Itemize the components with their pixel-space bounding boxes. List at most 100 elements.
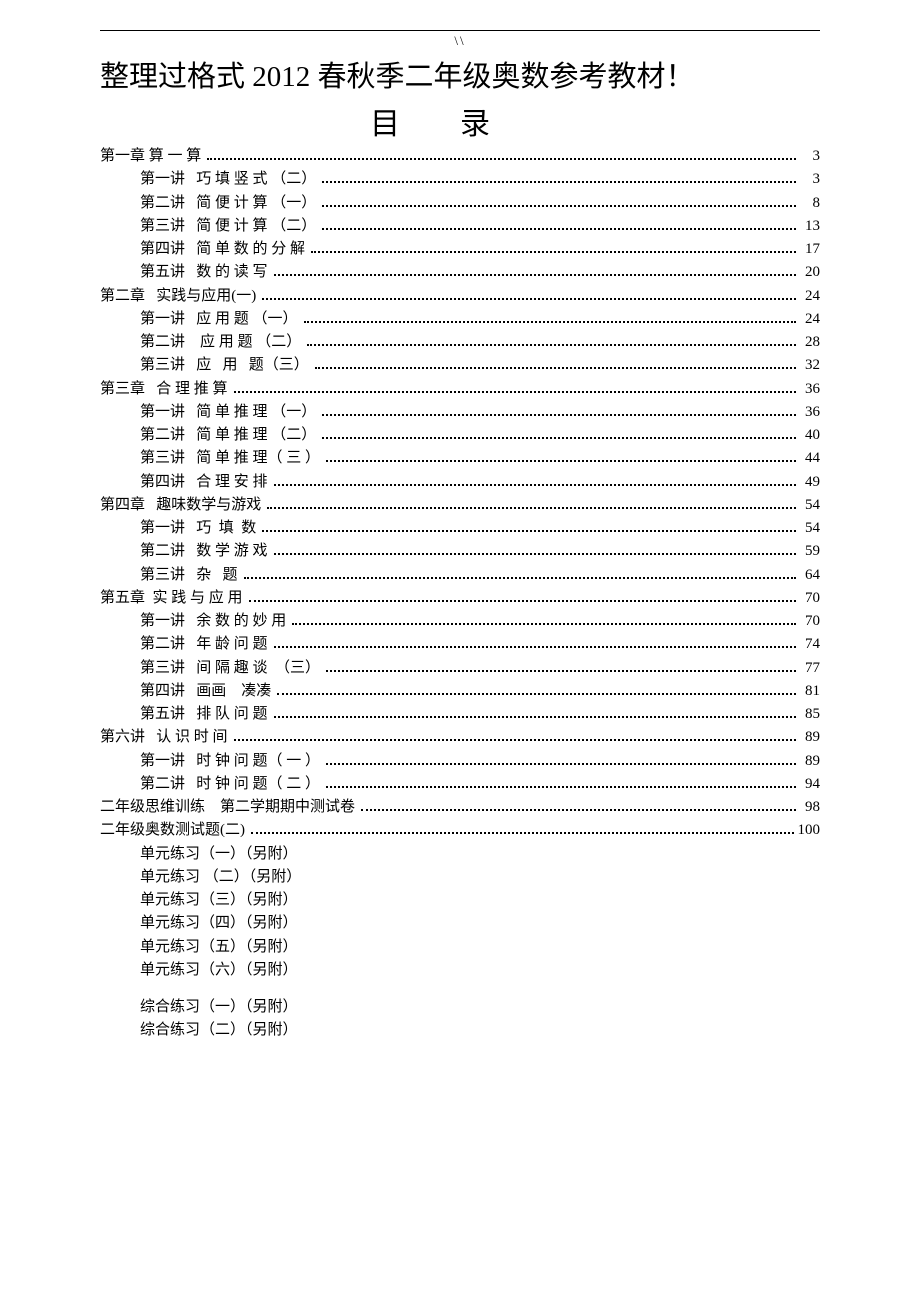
toc-entry: 第一讲 余 数 的 妙 用70 [100, 610, 820, 633]
toc-entry: 第三讲 间 隔 趣 谈 （三） 77 [100, 657, 820, 680]
toc-entry: 第三讲 杂 题64 [100, 564, 820, 587]
toc-leader-dots [304, 313, 796, 323]
toc-entry-label: 第三讲 简 便 计 算 （二） [100, 215, 316, 238]
toc-entry: 第四章 趣味数学与游戏 54 [100, 494, 820, 517]
toc-entry: 第一讲 巧 填 竖 式 （二）3 [100, 168, 820, 191]
toc-leader-dots [274, 545, 796, 555]
toc-entry: 第四讲 简 单 数 的 分 解 17 [100, 238, 820, 261]
toc-entry-label: 第二讲 年 龄 问 题 [100, 633, 268, 656]
toc-entry: 第二讲 应 用 题 （二） 28 [100, 331, 820, 354]
toc-leader-dots [292, 615, 796, 625]
toc-entry-label: 第四章 趣味数学与游戏 [100, 494, 261, 517]
toc-entry: 第五讲 数 的 读 写 20 [100, 261, 820, 284]
toc-entry-page: 59 [800, 540, 820, 563]
toc-entry-page: 13 [800, 215, 820, 238]
toc-entry: 第四讲 合 理 安 排 49 [100, 471, 820, 494]
toc-entry-label: 第三讲 间 隔 趣 谈 （三） [100, 657, 320, 680]
appendix-item: 综合练习（一）（另附） [140, 996, 820, 1019]
toc-leader-dots [322, 173, 796, 183]
toc-entry-page: 70 [800, 587, 820, 610]
toc-entry: 第三讲 简 单 推 理（ 三 ）44 [100, 447, 820, 470]
toc-entry-label: 第二讲 简 便 计 算 （一） [100, 192, 316, 215]
toc-entry-page: 54 [800, 494, 820, 517]
toc-entry-page: 24 [800, 285, 820, 308]
toc-entry-label: 第二讲 时 钟 问 题（ 二 ） [100, 773, 320, 796]
toc-leader-dots [274, 708, 796, 718]
toc-entry-page: 40 [800, 424, 820, 447]
toc-entry: 第五讲 排 队 问 题 85 [100, 703, 820, 726]
toc-entry-label: 第四讲 画画 凑凑 [100, 680, 271, 703]
toc-entry-page: 8 [800, 192, 820, 215]
toc-leader-dots [274, 638, 796, 648]
toc-entry: 第一讲 简 单 推 理 （一） 36 [100, 401, 820, 424]
toc-entry-label: 第二讲 简 单 推 理 （二） [100, 424, 316, 447]
toc-leader-dots [322, 429, 796, 439]
toc-leader-dots [207, 150, 796, 160]
toc-entry: 第二讲 数 学 游 戏 59 [100, 540, 820, 563]
toc-entry: 第五章 实 践 与 应 用 70 [100, 587, 820, 610]
toc-entry-label: 第二讲 应 用 题 （二） [100, 331, 301, 354]
toc-entry-label: 第五讲 数 的 读 写 [100, 261, 268, 284]
toc-leader-dots [322, 220, 796, 230]
toc-entry-label: 第六讲 认 识 时 间 [100, 726, 228, 749]
appendix-item: 单元练习（五）（另附） [140, 936, 820, 959]
toc-entry-page: 36 [800, 378, 820, 401]
page-header-mark: \\ [100, 30, 820, 49]
toc-entry-label: 第二讲 数 学 游 戏 [100, 540, 268, 563]
toc-leader-dots [326, 778, 796, 788]
toc-leader-dots [322, 196, 796, 206]
toc-entry: 第二章 实践与应用(一)24 [100, 285, 820, 308]
toc-entry-page: 24 [800, 308, 820, 331]
toc-entry: 第一讲 应 用 题 （一） 24 [100, 308, 820, 331]
toc-entry-label: 第一讲 时 钟 问 题（ 一 ） [100, 750, 320, 773]
appendix-item: 单元练习（一）（另附） [140, 843, 820, 866]
toc-entry-page: 20 [800, 261, 820, 284]
toc-entry-label: 第三章 合 理 推 算 [100, 378, 228, 401]
toc-leader-dots [249, 592, 796, 602]
toc-leader-dots [322, 406, 796, 416]
toc-entry-label: 二年级思维训练 第二学期期中测试卷 [100, 796, 355, 819]
toc-entry-page: 94 [800, 773, 820, 796]
toc-leader-dots [234, 731, 796, 741]
toc-entry-page: 3 [800, 168, 820, 191]
toc-entry-page: 81 [800, 680, 820, 703]
toc-entry-label: 第五章 实 践 与 应 用 [100, 587, 243, 610]
toc-leader-dots [274, 475, 796, 485]
toc-entry: 第二讲 时 钟 问 题（ 二 ） 94 [100, 773, 820, 796]
toc-entry-label: 第一讲 应 用 题 （一） [100, 308, 298, 331]
toc-entry-page: 89 [800, 726, 820, 749]
toc-leader-dots [262, 289, 796, 299]
toc-entry: 第三讲 简 便 计 算 （二） 13 [100, 215, 820, 238]
toc-entry-page: 89 [800, 750, 820, 773]
main-title: 整理过格式 2012 春秋季二年级奥数参考教材！ [100, 49, 820, 95]
appendix-gap [140, 982, 820, 996]
toc-entry-label: 第五讲 排 队 问 题 [100, 703, 268, 726]
toc-leader-dots [251, 824, 794, 834]
toc-leader-dots [277, 685, 796, 695]
toc-entry-label: 二年级奥数测试题(二) [100, 819, 245, 842]
toc-entry-page: 98 [800, 796, 820, 819]
toc-entry: 第二讲 年 龄 问 题74 [100, 633, 820, 656]
appendix-item: 单元练习（六）（另附） [140, 959, 820, 982]
toc-entry-label: 第一讲 简 单 推 理 （一） [100, 401, 316, 424]
toc-entry-page: 77 [800, 657, 820, 680]
toc-entry: 第二讲 简 单 推 理 （二） 40 [100, 424, 820, 447]
toc-entry: 第二讲 简 便 计 算 （一） 8 [100, 192, 820, 215]
toc-entry-page: 32 [800, 354, 820, 377]
toc-entry-page: 85 [800, 703, 820, 726]
toc-entry: 第三章 合 理 推 算 36 [100, 378, 820, 401]
toc-entry-page: 28 [800, 331, 820, 354]
toc-entry-label: 第四讲 简 单 数 的 分 解 [100, 238, 305, 261]
toc-leader-dots [244, 568, 796, 578]
toc-leader-dots [234, 382, 796, 392]
toc-leader-dots [307, 336, 796, 346]
toc-entry-page: 44 [800, 447, 820, 470]
toc-entry-page: 17 [800, 238, 820, 261]
toc-entry-page: 36 [800, 401, 820, 424]
toc-entry: 第三讲 应 用 题（三）32 [100, 354, 820, 377]
toc-entry-page: 49 [800, 471, 820, 494]
toc-entry-label: 第三讲 杂 题 [100, 564, 238, 587]
toc-leader-dots [267, 499, 796, 509]
toc-entry-label: 第四讲 合 理 安 排 [100, 471, 268, 494]
appendix-item: 单元练习 （二）（另附） [140, 866, 820, 889]
